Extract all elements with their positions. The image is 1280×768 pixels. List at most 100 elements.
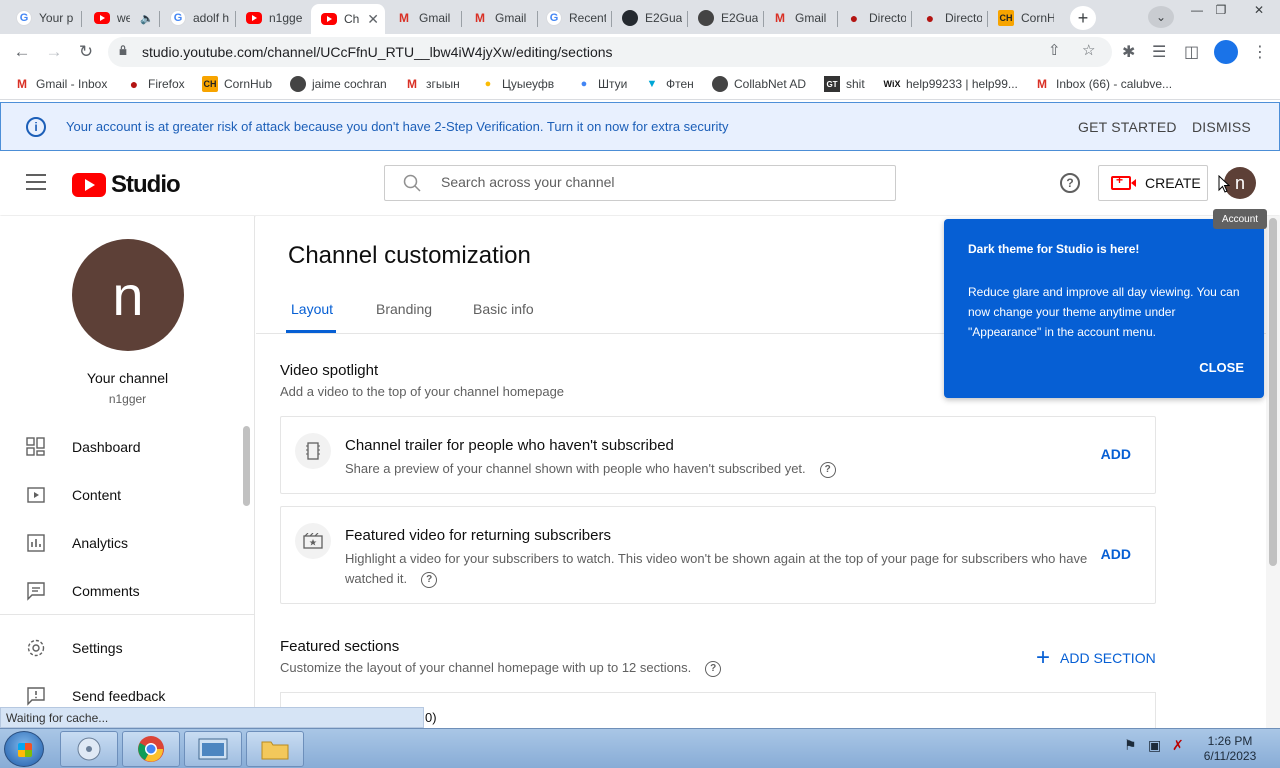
google-icon: G: [16, 10, 32, 26]
tab-layout[interactable]: Layout: [291, 301, 333, 317]
add-featured-video-button[interactable]: ADD: [1101, 546, 1131, 562]
browser-tab[interactable]: ● Directo: [836, 4, 912, 32]
new-tab-button[interactable]: +: [1070, 6, 1096, 30]
url-text[interactable]: studio.youtube.com/channel/UCcFfnU_RTU__…: [142, 44, 613, 60]
popup-body: Reduce glare and improve all day viewing…: [968, 285, 1240, 339]
audio-playing-icon[interactable]: 🔈: [140, 12, 154, 25]
taskbar-file-explorer[interactable]: [246, 731, 304, 767]
search-box[interactable]: [384, 165, 896, 201]
browser-tab[interactable]: G Recent: [536, 4, 612, 32]
page-scrollbar[interactable]: [1266, 216, 1280, 728]
back-arrow-icon[interactable]: ←: [10, 40, 34, 64]
tab-search-chevron-icon[interactable]: ⌄: [1148, 6, 1174, 28]
browser-tab[interactable]: n1gge: [236, 4, 312, 32]
help-question-icon[interactable]: ?: [819, 461, 836, 478]
taskbar-media-player[interactable]: [60, 731, 118, 767]
sidebar-item-settings[interactable]: Settings: [0, 624, 254, 672]
bookmark-item[interactable]: CollabNet AD: [712, 76, 806, 92]
kebab-menu-icon[interactable]: ⋮: [1252, 42, 1268, 62]
sidebar-item-dashboard[interactable]: Dashboard: [0, 423, 254, 471]
browser-tab[interactable]: ● Directo: [912, 4, 988, 32]
add-trailer-button[interactable]: ADD: [1101, 446, 1131, 462]
add-section-button[interactable]: + ADD SECTION: [1036, 646, 1156, 670]
browser-profile-icon[interactable]: [1214, 40, 1238, 64]
help-question-icon[interactable]: ?: [421, 571, 438, 588]
wix-icon: WiX: [883, 79, 901, 89]
channel-trailer-card: Channel trailer for people who haven't s…: [280, 416, 1156, 494]
sidebar-item-content[interactable]: Content: [0, 471, 254, 519]
extensions-puzzle-icon[interactable]: ✱: [1122, 42, 1135, 62]
bookmark-item[interactable]: ● Firefox: [126, 76, 185, 92]
bookmark-item[interactable]: ● Штуи: [576, 76, 628, 92]
browser-tab[interactable]: G Your p: [6, 4, 82, 32]
card-description: Share a preview of your channel shown wi…: [345, 459, 1093, 479]
bookmark-item[interactable]: M Inbox (66) - calubve...: [1034, 76, 1172, 92]
tab-branding[interactable]: Branding: [376, 301, 432, 317]
get-started-button[interactable]: GET STARTED: [1078, 119, 1177, 135]
featured-video-icon: [295, 523, 331, 559]
reload-icon[interactable]: ↻: [74, 40, 98, 64]
bookmark-item[interactable]: M Gmail - Inbox: [14, 76, 107, 92]
scrollbar-thumb[interactable]: [1269, 218, 1277, 566]
browser-tab[interactable]: M Gmail: [386, 4, 462, 32]
taskbar-clock[interactable]: 1:26 PM 6/11/2023: [1188, 734, 1272, 764]
taskbar-explorer-window[interactable]: [184, 731, 242, 767]
bookmark-star-icon[interactable]: ☆: [1082, 41, 1095, 59]
close-window-icon[interactable]: ✕: [1246, 0, 1272, 20]
bookmark-item[interactable]: Mзгыын: [404, 76, 460, 92]
dismiss-button[interactable]: DISMISS: [1192, 119, 1251, 135]
start-button[interactable]: [4, 731, 44, 767]
tab-basic-info[interactable]: Basic info: [473, 301, 534, 317]
create-button[interactable]: CREATE: [1098, 165, 1208, 201]
firefox-icon: ●: [129, 76, 139, 92]
sidebar: n Your channel n1gger Dashboard Content …: [0, 216, 255, 728]
bookmark-item[interactable]: ▼ Фтен: [644, 76, 694, 92]
browser-tab[interactable]: M Gmail: [762, 4, 838, 32]
browser-tab[interactable]: E2Gua: [688, 4, 764, 32]
side-panel-icon[interactable]: ◫: [1184, 42, 1199, 62]
browser-tab[interactable]: E2Gua: [612, 4, 688, 32]
help-icon[interactable]: ?: [1060, 173, 1080, 193]
channel-avatar[interactable]: n: [72, 239, 184, 351]
bookmark-item[interactable]: CH CornHub: [202, 76, 272, 92]
featured-sections-heading: Featured sections: [280, 638, 400, 655]
popup-close-button[interactable]: CLOSE: [1199, 360, 1244, 375]
bookmark-item[interactable]: ● Цуыеуфв: [480, 76, 554, 92]
your-channel-label[interactable]: Your channel: [0, 370, 255, 386]
restore-window-icon[interactable]: ❐: [1208, 0, 1234, 20]
gmail-icon: M: [1037, 77, 1047, 91]
help-question-icon[interactable]: ?: [705, 660, 722, 677]
sidebar-scrollbar[interactable]: [243, 426, 250, 506]
flag-icon[interactable]: ⚑: [1124, 737, 1137, 754]
search-input[interactable]: [441, 174, 861, 190]
page-title: Channel customization: [288, 242, 531, 269]
network-icon[interactable]: ▣: [1148, 737, 1161, 754]
minimize-window-icon[interactable]: —: [1184, 0, 1210, 20]
media-control-icon[interactable]: ☰: [1152, 42, 1166, 62]
browser-tab[interactable]: M Gmail: [462, 4, 538, 32]
volume-muted-icon[interactable]: ✗: [1172, 737, 1184, 754]
sidebar-item-comments[interactable]: Comments: [0, 567, 254, 615]
browser-tab[interactable]: CH CornH: [988, 4, 1060, 32]
cornhub-icon: CH: [202, 76, 218, 92]
address-bar[interactable]: studio.youtube.com/channel/UCcFfnU_RTU__…: [108, 37, 1112, 67]
bookmark-item[interactable]: jaime cochran: [290, 76, 387, 92]
browser-tab[interactable]: we 🔈: [84, 4, 160, 32]
google-icon: G: [546, 10, 562, 26]
taskbar-chrome[interactable]: [122, 731, 180, 767]
lock-icon[interactable]: [118, 45, 128, 55]
close-tab-icon[interactable]: ✕: [363, 11, 379, 28]
github-icon: [622, 10, 638, 26]
bookmark-item[interactable]: GT shit: [824, 76, 865, 92]
hamburger-menu-icon[interactable]: [26, 174, 46, 190]
trailer-film-icon: [295, 433, 331, 469]
browser-tab-active[interactable]: Ch ✕: [311, 4, 385, 34]
mouse-cursor-icon: [1218, 175, 1230, 193]
studio-logo[interactable]: Studio: [72, 171, 181, 199]
content-icon: [27, 487, 45, 503]
browser-tab[interactable]: Gadolf h: [160, 4, 236, 32]
sidebar-item-analytics[interactable]: Analytics: [0, 519, 254, 567]
forward-arrow-icon[interactable]: →: [42, 40, 66, 64]
bookmark-item[interactable]: WiX help99233 | help99...: [884, 76, 1018, 92]
share-icon[interactable]: ⇧: [1048, 41, 1061, 59]
